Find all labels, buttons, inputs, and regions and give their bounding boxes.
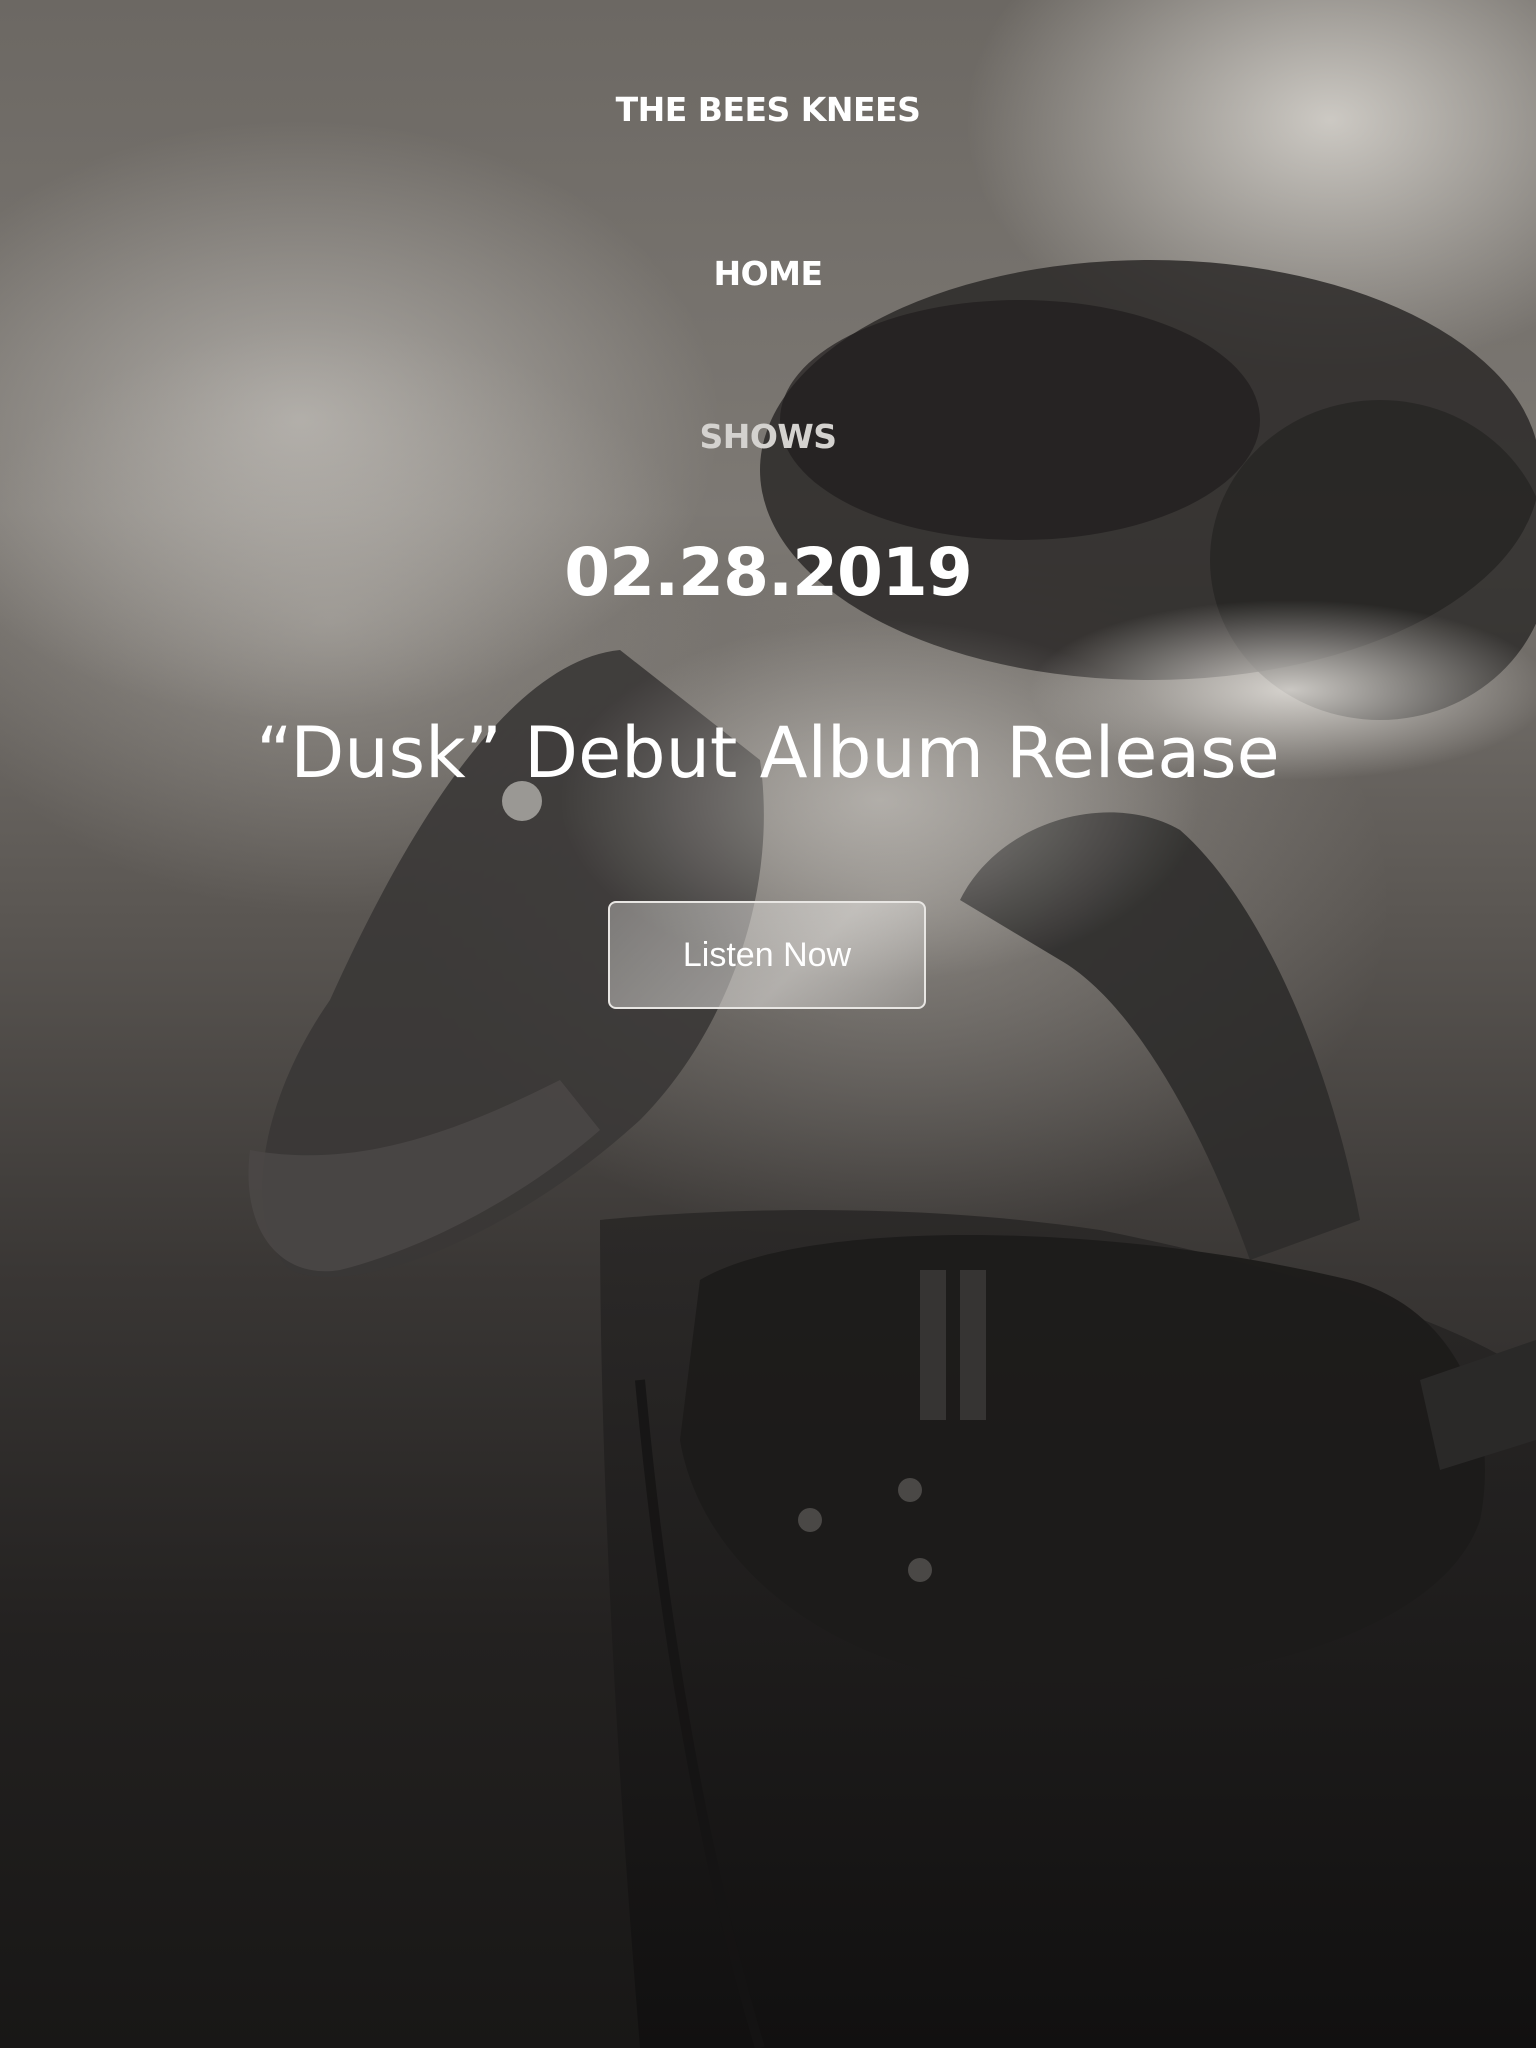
brand-link[interactable]: THE BEES KNEES <box>616 90 921 129</box>
nav-home-link[interactable]: HOME <box>713 254 823 293</box>
show-title: “Dusk” Debut Album Release <box>256 712 1280 794</box>
listen-now-label: Listen Now <box>682 935 852 974</box>
show-date: 02.28.2019 <box>564 534 973 611</box>
hero-background-image <box>0 120 1536 2048</box>
hero-section: THE BEES KNEES HOME SHOWS 02.28.2019 “Du… <box>0 0 1536 2048</box>
listen-now-button[interactable]: Listen Now <box>608 901 926 1009</box>
nav-shows-link[interactable]: SHOWS <box>699 417 837 456</box>
nav-item-home[interactable]: HOME <box>0 254 1536 293</box>
site-brand[interactable]: THE BEES KNEES <box>0 90 1536 129</box>
nav-item-shows[interactable]: SHOWS <box>0 417 1536 456</box>
